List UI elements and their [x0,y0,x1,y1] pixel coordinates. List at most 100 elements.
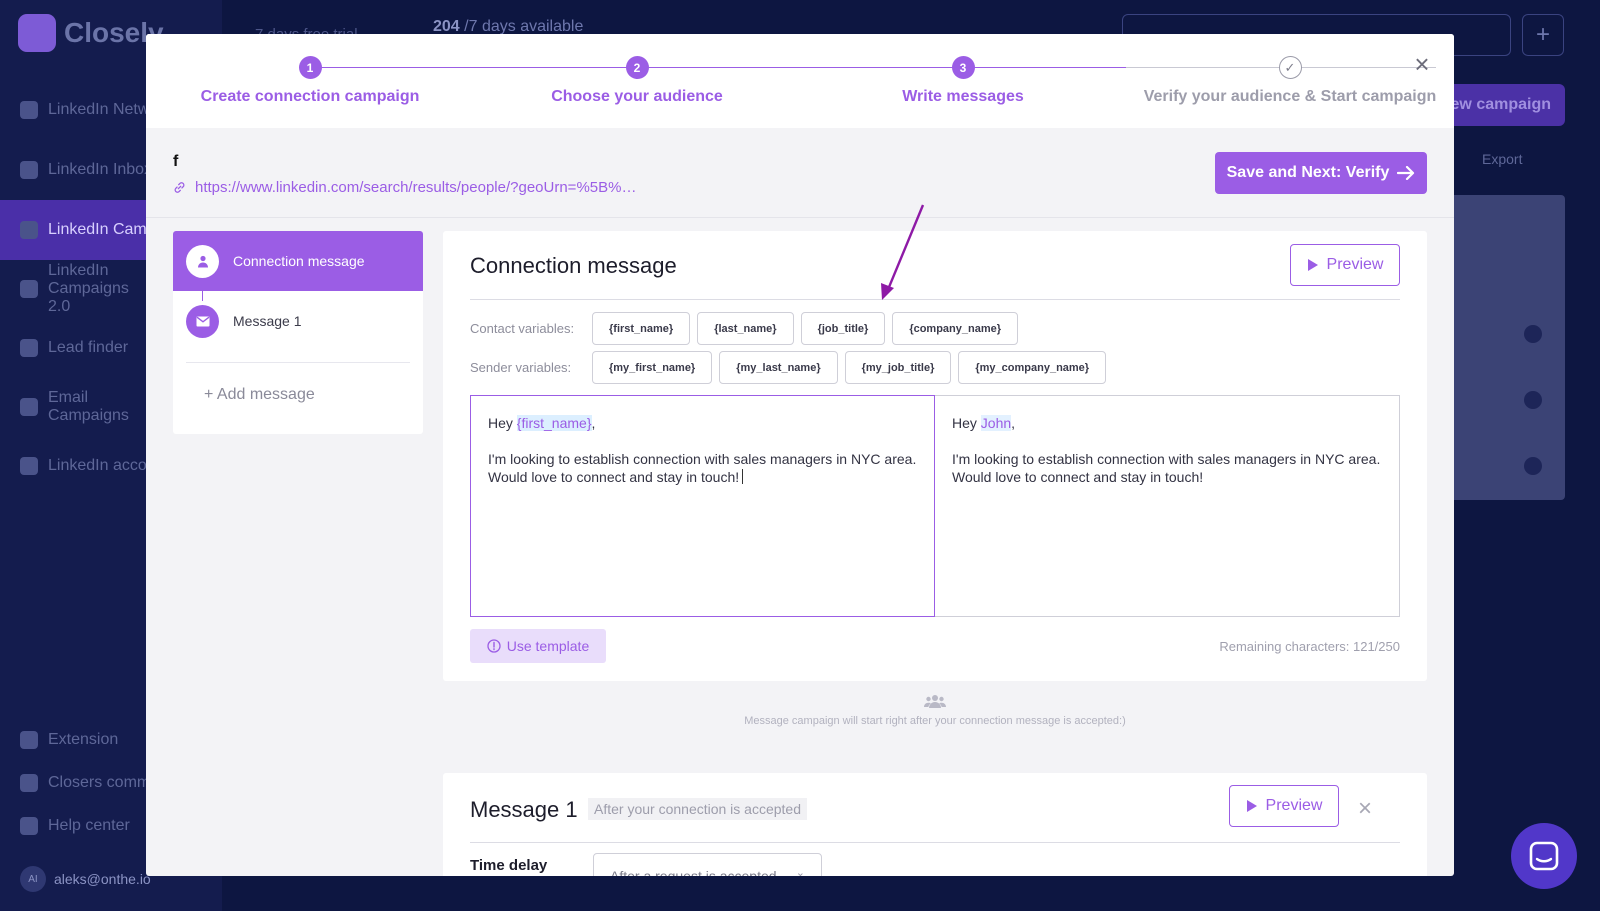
contact-variables-row: Contact variables: {first_name} {last_na… [470,312,1019,345]
message-list-item-connection[interactable]: Connection message [173,231,423,291]
step-create-campaign[interactable]: 1 Create connection campaign [160,56,460,106]
comma-text: , [591,415,596,431]
facebook-icon [20,773,38,792]
message-list: Connection message Message 1 + Add messa… [173,231,423,434]
comma-text: , [1011,415,1016,431]
variable-chip-my-job-title[interactable]: {my_job_title} [844,351,952,384]
puzzle-icon [20,730,38,749]
step-number: 3 [951,56,975,79]
variable-chip-company-name[interactable]: {company_name} [892,312,1019,345]
preview-button[interactable]: Preview [1290,244,1400,286]
step-number: 1 [298,56,322,79]
variable-chip-my-last-name[interactable]: {my_last_name} [719,351,838,384]
campaign-url[interactable]: https://www.linkedin.com/search/results/… [173,179,636,196]
play-icon [1246,800,1257,812]
preview-line: Would love to connect and stay in touch! [952,469,1204,485]
preview-name-token: John [980,415,1012,431]
variable-chip-last-name[interactable]: {last_name} [697,312,794,345]
preview-line: I'm looking to establish connection with… [952,451,1381,467]
search-icon [20,339,38,357]
nav-label: Extension [48,730,119,748]
card-title: Message 1 [470,797,578,822]
variable-chip-first-name[interactable]: {first_name} [592,312,691,345]
step-label: Choose your audience [551,88,723,105]
user-email: aleks@onthe.io [54,871,151,887]
gear-icon[interactable] [1524,391,1542,409]
save-and-next-button[interactable]: Save and Next: Verify [1215,152,1427,194]
step-label: Create connection campaign [200,88,420,105]
preview-greeting-line: Hey John, [952,414,1382,432]
message-list-item-label: Message 1 [233,313,302,329]
step-number: 2 [625,56,649,79]
campaign-url-text: https://www.linkedin.com/search/results/… [195,179,637,196]
info-icon [487,639,501,653]
remaining-characters: Remaining characters: 121/250 [1219,639,1400,654]
preview-button[interactable]: Preview [1229,785,1339,827]
message-list-item-label: Connection message [233,253,365,269]
nav-label: Email Campaigns [48,389,129,424]
greeting-text: Hey [952,415,981,431]
arrow-right-icon [1397,166,1415,180]
message-list-item-message-1[interactable]: Message 1 [173,291,423,351]
nav-label: LinkedIn Campaigns 2.0 [48,262,129,315]
megaphone-icon [20,221,38,239]
editor-line: I'm looking to establish connection with… [488,451,917,467]
step-choose-audience[interactable]: 2 Choose your audience [487,56,787,106]
editor-variable-token: {first_name} [516,415,592,431]
divider [470,842,1400,843]
preview-label: Preview [1265,797,1323,814]
graduation-cap-icon [20,816,38,835]
linkedin-icon [20,457,38,475]
step-write-messages[interactable]: 3 Write messages [813,56,1113,106]
variable-chip-my-first-name[interactable]: {my_first_name} [592,351,713,384]
brand-logo-icon [18,14,56,52]
mail-icon [20,398,38,416]
divider [470,299,1400,300]
step-verify-start[interactable]: ✓ Verify your audience & Start campaign [1140,56,1440,106]
time-delay-value: After a request is accepted [610,868,777,876]
add-message-button[interactable]: + Add message [204,386,315,404]
message-1-card: Message 1 After your connection is accep… [443,773,1427,876]
add-account-button[interactable]: + [1522,14,1564,56]
text-caret [742,469,744,484]
play-icon [1307,259,1318,271]
preview-label: Preview [1326,256,1384,273]
time-delay-select[interactable]: After a request is accepted ⌄ [593,853,822,876]
check-icon: ✓ [1278,56,1302,79]
current-user[interactable]: AI aleks@onthe.io [20,866,151,892]
megaphone-icon [20,280,38,298]
days-suffix: /7 days available [464,18,584,35]
editor-line: Would love to connect and stay in touch! [488,469,740,485]
message-editor[interactable]: Hey {first_name}, I'm looking to establi… [470,395,935,617]
people-icon [924,694,946,708]
sender-variables-label: Sender variables: [470,360,572,375]
use-template-label: Use template [506,638,590,654]
step-label: Verify your audience & Start campaign [1143,88,1437,105]
send-icon [20,161,38,179]
gear-icon[interactable] [1524,457,1542,475]
chat-icon [1529,841,1559,871]
link-icon [174,182,185,193]
campaign-wizard-modal: 1 Create connection campaign 2 Choose yo… [146,34,1454,876]
variable-chip-my-company-name[interactable]: {my_company_name} [958,351,1107,384]
sequence-note: Message campaign will start right after … [443,694,1427,727]
avatar: AI [20,866,46,892]
export-button[interactable]: Export [1482,151,1522,167]
connection-message-card: Connection message Preview Contact varia… [443,231,1427,681]
use-template-button[interactable]: Use template [470,629,606,663]
gear-icon[interactable] [1524,325,1542,343]
nav-label: LinkedIn Inbox [48,161,153,178]
editor-greeting-line: Hey {first_name}, [488,414,917,432]
campaign-name: f [173,153,179,170]
envelope-icon [186,304,219,338]
chat-support-button[interactable] [1511,823,1577,889]
card-title: Connection message [470,253,677,278]
close-icon[interactable]: × [1411,51,1433,77]
days-count: 204 [433,18,460,35]
wizard-stepper: 1 Create connection campaign 2 Choose yo… [146,34,1454,128]
brand-logo: Closely [18,14,164,52]
remove-message-icon[interactable]: × [1358,795,1372,823]
nav-label: Lead finder [48,339,129,356]
nav-label: Help center [48,816,130,834]
variable-chip-job-title[interactable]: {job_title} [800,312,886,345]
